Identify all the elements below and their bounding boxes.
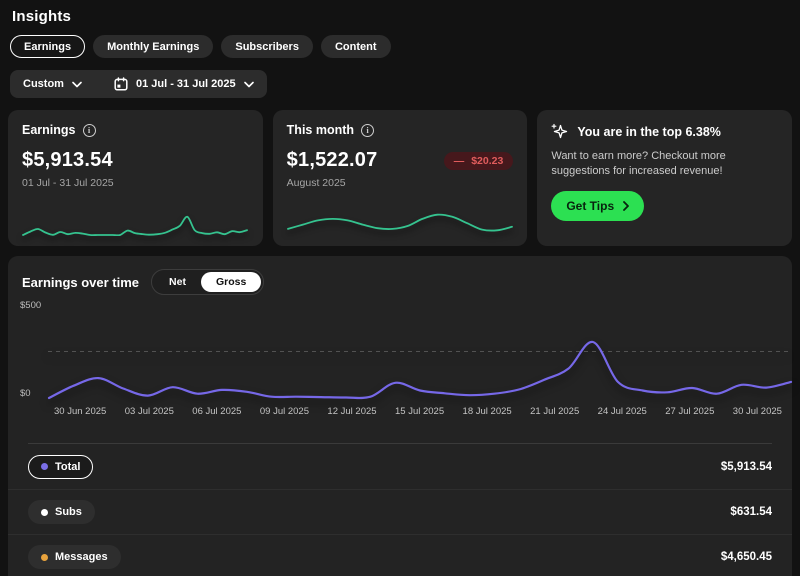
sparkle-icon	[551, 123, 568, 140]
range-select[interactable]: Custom	[23, 78, 82, 90]
get-tips-button[interactable]: Get Tips	[551, 191, 644, 221]
chevron-down-icon	[72, 81, 82, 88]
this-month-period: August 2025	[287, 177, 514, 189]
legend-pill-total[interactable]: Total	[28, 455, 93, 479]
info-icon[interactable]: i	[83, 124, 96, 137]
legend-row-total: Total $5,913.54	[8, 444, 792, 489]
toggle-gross[interactable]: Gross	[201, 272, 261, 292]
range-select-label: Custom	[23, 78, 64, 90]
y-axis-label-min: $0	[20, 388, 46, 399]
insights-page: Insights Earnings Monthly Earnings Subsc…	[0, 0, 800, 576]
legend-value-subs: $631.54	[730, 506, 772, 518]
x-axis-labels: 30 Jun 2025 03 Jul 2025 06 Jul 2025 09 J…	[54, 406, 782, 417]
filter-bar: Custom 01 Jul - 31 Jul 2025	[10, 70, 792, 98]
legend-pill-subs[interactable]: Subs	[28, 500, 95, 524]
main-chart: $500 $0	[8, 304, 782, 399]
x-axis-label: 09 Jul 2025	[260, 406, 309, 417]
x-axis-label: 27 Jul 2025	[665, 406, 714, 417]
earnings-card-title: Earnings	[22, 123, 76, 137]
legend-row-subs: Subs $631.54	[8, 489, 792, 534]
net-gross-toggle: Net Gross	[151, 269, 264, 295]
this-month-sparkline	[287, 204, 514, 238]
x-axis-label: 12 Jul 2025	[327, 406, 376, 417]
card-earnings: Earnings i $5,913.54 01 Jul - 31 Jul 202…	[8, 110, 263, 246]
summary-cards: Earnings i $5,913.54 01 Jul - 31 Jul 202…	[8, 110, 792, 246]
x-axis-label: 24 Jul 2025	[598, 406, 647, 417]
date-filter-pill: Custom 01 Jul - 31 Jul 2025	[10, 70, 267, 98]
x-axis-label: 03 Jul 2025	[125, 406, 174, 417]
legend-dot	[41, 509, 48, 516]
legend-pill-messages[interactable]: Messages	[28, 545, 121, 569]
earnings-line-chart	[48, 304, 792, 399]
panel-title: Earnings over time	[22, 275, 139, 290]
x-axis-label: 30 Jun 2025	[54, 406, 106, 417]
card-this-month: This month i $1,522.07 — $20.23 August 2…	[273, 110, 528, 246]
x-axis-label: 30 Jul 2025	[733, 406, 782, 417]
legend-value-messages: $4,650.45	[721, 551, 772, 563]
legend-label: Total	[55, 461, 80, 473]
x-axis-label: 21 Jul 2025	[530, 406, 579, 417]
tab-content[interactable]: Content	[321, 35, 391, 58]
legend-label: Messages	[55, 551, 108, 563]
page-title: Insights	[12, 8, 792, 25]
info-icon[interactable]: i	[361, 124, 374, 137]
x-axis-label: 15 Jul 2025	[395, 406, 444, 417]
legend-dot	[41, 463, 48, 470]
this-month-card-title: This month	[287, 123, 354, 137]
tab-earnings[interactable]: Earnings	[10, 35, 85, 58]
date-range-picker[interactable]: 01 Jul - 31 Jul 2025	[114, 77, 254, 91]
legend-value-total: $5,913.54	[721, 461, 772, 473]
x-axis-label: 06 Jul 2025	[192, 406, 241, 417]
legend-row-messages: Messages $4,650.45	[8, 534, 792, 576]
delta-sign: —	[454, 155, 465, 167]
calendar-icon	[114, 77, 128, 91]
date-range-label: 01 Jul - 31 Jul 2025	[136, 78, 236, 90]
tab-monthly-earnings[interactable]: Monthly Earnings	[93, 35, 213, 58]
earnings-sparkline	[22, 204, 249, 238]
legend-label: Subs	[55, 506, 82, 518]
earnings-period: 01 Jul - 31 Jul 2025	[22, 177, 249, 189]
toggle-net[interactable]: Net	[154, 272, 201, 292]
y-axis-label-max: $500	[20, 300, 46, 311]
promo-card: You are in the top 6.38% Want to earn mo…	[537, 110, 792, 246]
chevron-down-icon	[244, 81, 254, 88]
earnings-over-time-panel: Earnings over time Net Gross $500 $0 30 …	[8, 256, 792, 576]
legend-dot	[41, 554, 48, 561]
this-month-amount: $1,522.07	[287, 149, 378, 172]
get-tips-label: Get Tips	[566, 199, 614, 213]
promo-body: Want to earn more? Checkout more suggest…	[551, 149, 778, 179]
x-axis-label: 18 Jul 2025	[463, 406, 512, 417]
delta-badge: — $20.23	[444, 152, 514, 170]
tabs-bar: Earnings Monthly Earnings Subscribers Co…	[10, 35, 792, 58]
chevron-right-icon	[623, 201, 629, 211]
delta-value: $20.23	[471, 155, 503, 167]
tab-subscribers[interactable]: Subscribers	[221, 35, 313, 58]
promo-title: You are in the top 6.38%	[577, 125, 721, 139]
earnings-amount: $5,913.54	[22, 149, 113, 172]
